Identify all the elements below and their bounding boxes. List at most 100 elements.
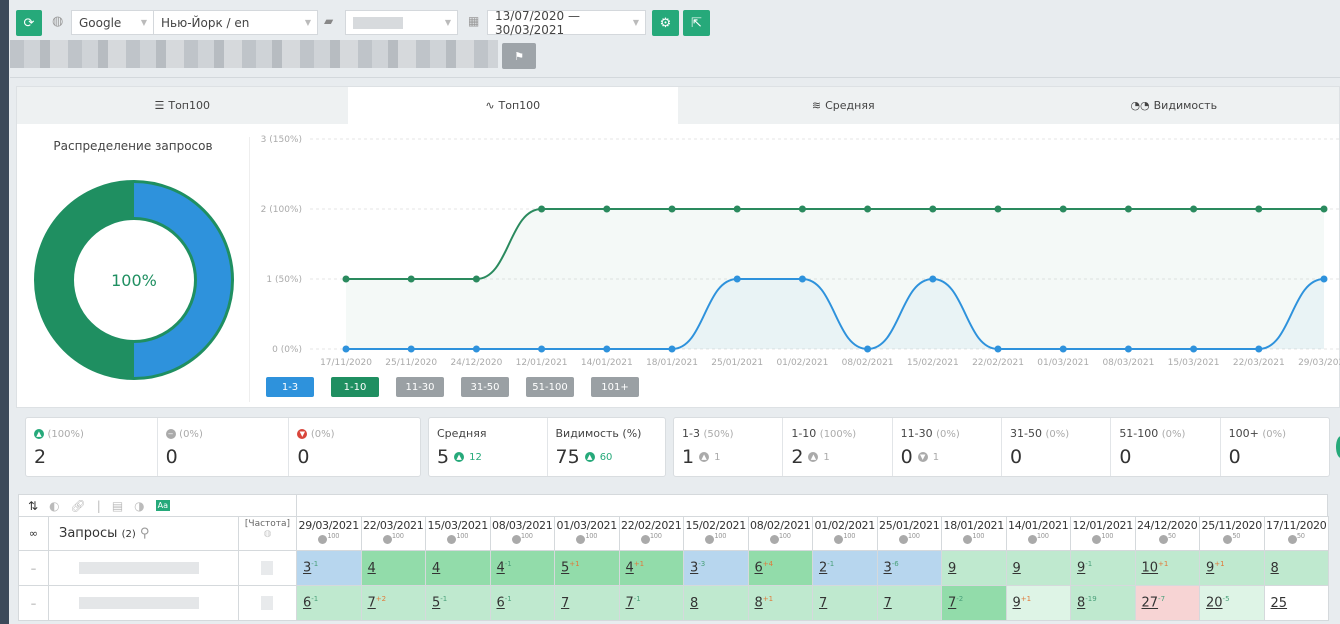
position-cell[interactable]: 9 [941,550,1007,586]
calculator-icon[interactable]: ▤ [112,499,123,513]
position-cell[interactable]: 8+1 [747,585,813,621]
position-cell[interactable]: 27-7 [1134,585,1200,621]
date-column-header[interactable]: 08/03/2021 100 [489,516,555,551]
position-value[interactable]: 7 [561,596,569,611]
position-cell[interactable]: 4-1 [489,550,555,586]
region-select[interactable]: Нью-Йорк / en ▼ [153,10,318,35]
query-cell[interactable] [48,585,239,621]
legend-toggle-11-30[interactable]: 11-30 [396,377,444,397]
position-cell[interactable]: 9 [1005,550,1071,586]
date-column-header[interactable]: 01/03/2021 100 [554,516,620,551]
frequency-header[interactable]: [Частота] ◍ [238,516,297,551]
date-column-header[interactable]: 18/01/2021 100 [941,516,1007,551]
engine-select[interactable]: Google ▼ [71,10,154,35]
position-value[interactable]: 25 [1271,596,1288,611]
date-column-header[interactable]: 15/02/2021 100 [683,516,749,551]
position-cell[interactable]: 9+1 [1199,550,1265,586]
row-marker[interactable]: – [18,550,49,586]
scroll-toggle-button[interactable] [1336,436,1340,458]
position-cell[interactable]: 3-6 [876,550,942,586]
position-value[interactable]: 4 [368,561,376,576]
date-column-header[interactable]: 22/02/2021 100 [618,516,684,551]
position-cell[interactable]: 7-1 [618,585,684,621]
position-cell[interactable]: 6+4 [747,550,813,586]
date-column-header[interactable]: 29/03/2021 100 [296,516,362,551]
date-column-header[interactable]: 22/03/2021 100 [360,516,426,551]
date-column-header[interactable]: 14/01/2021 100 [1005,516,1071,551]
position-cell[interactable]: 8 [1263,550,1329,586]
position-value[interactable]: 10 [1142,561,1159,576]
legend-toggle-51-100[interactable]: 51-100 [526,377,574,397]
position-value[interactable]: 4 [432,561,440,576]
settings-button[interactable]: ⚙ [652,10,679,36]
position-value[interactable]: 9 [948,561,956,576]
position-cell[interactable]: 2-1 [812,550,878,586]
position-value[interactable]: 9 [1013,596,1021,611]
position-value[interactable]: 4 [626,561,634,576]
position-value[interactable]: 8 [755,596,763,611]
tab-visibility[interactable]: ◔◔ Видимость [1009,87,1340,124]
position-cell[interactable]: 5-1 [425,585,491,621]
position-cell[interactable]: 5+1 [554,550,620,586]
project-select[interactable]: ▼ [345,10,458,35]
sort-icon[interactable]: ⇅ [28,499,38,513]
position-cell[interactable]: 7 [876,585,942,621]
position-value[interactable]: 4 [497,561,505,576]
row-marker[interactable]: – [18,585,49,621]
position-cell[interactable]: 10+1 [1134,550,1200,586]
legend-toggle-101+[interactable]: 101+ [591,377,639,397]
position-cell[interactable]: 20-5 [1199,585,1265,621]
refresh-button[interactable]: ⟳ [16,10,42,36]
tab-top100-chart[interactable]: ∿ Топ100 [347,87,678,124]
position-cell[interactable]: 8-19 [1070,585,1136,621]
contrast-icon[interactable]: ◑ [134,499,144,513]
flag-button[interactable]: ⚑ [502,43,536,69]
position-value[interactable]: 7 [819,596,827,611]
export-button[interactable]: ⇱ [683,10,710,36]
position-cell[interactable]: 7 [812,585,878,621]
position-value[interactable]: 7 [626,596,634,611]
position-cell[interactable]: 9+1 [1005,585,1071,621]
position-value[interactable]: 20 [1206,596,1223,611]
query-cell[interactable] [48,550,239,586]
position-cell[interactable]: 7+2 [360,585,426,621]
tab-average[interactable]: ≋ Средняя [678,87,1009,124]
queries-header[interactable]: Запросы (2) ⚲ [48,516,239,551]
position-cell[interactable]: 7-2 [941,585,1007,621]
position-cell[interactable]: 3-1 [296,550,362,586]
position-cell[interactable]: 3-3 [683,550,749,586]
date-range-select[interactable]: 13/07/2020 — 30/03/2021 ▼ [487,9,646,37]
date-column-header[interactable]: 24/12/2020 50 [1134,516,1200,551]
date-column-header[interactable]: 01/02/2021 100 [812,516,878,551]
position-cell[interactable]: 6-1 [489,585,555,621]
position-value[interactable]: 7 [368,596,376,611]
position-value[interactable]: 6 [755,561,763,576]
legend-toggle-31-50[interactable]: 31-50 [461,377,509,397]
search-icon[interactable]: ⚲ [140,526,150,541]
date-column-header[interactable]: 12/01/2021 100 [1070,516,1136,551]
legend-toggle-1-10[interactable]: 1-10 [331,377,379,397]
position-cell[interactable]: 4 [425,550,491,586]
position-value[interactable]: 8 [690,596,698,611]
position-cell[interactable]: 25 [1263,585,1329,621]
date-column-header[interactable]: 25/01/2021 100 [876,516,942,551]
position-cell[interactable]: 8 [683,585,749,621]
position-value[interactable]: 27 [1142,596,1159,611]
position-cell[interactable]: 4 [360,550,426,586]
position-value[interactable]: 8 [1271,561,1279,576]
position-value[interactable]: 7 [884,596,892,611]
position-value[interactable]: 6 [497,596,505,611]
position-cell[interactable]: 4+1 [618,550,684,586]
toggle-icon[interactable]: ◐ [49,499,59,513]
link-icon[interactable]: 🔗︎ [71,499,86,513]
position-cell[interactable]: 7 [554,585,620,621]
position-value[interactable]: 3 [884,561,892,576]
legend-toggle-1-3[interactable]: 1-3 [266,377,314,397]
date-column-header[interactable]: 15/03/2021 100 [425,516,491,551]
date-column-header[interactable]: 08/02/2021 100 [747,516,813,551]
date-column-header[interactable]: 17/11/2020 50 [1263,516,1329,551]
font-icon[interactable]: Aa [155,500,171,511]
date-column-header[interactable]: 25/11/2020 50 [1199,516,1265,551]
tab-top100-table[interactable]: ☰ Топ100 [17,87,348,124]
position-cell[interactable]: 9-1 [1070,550,1136,586]
